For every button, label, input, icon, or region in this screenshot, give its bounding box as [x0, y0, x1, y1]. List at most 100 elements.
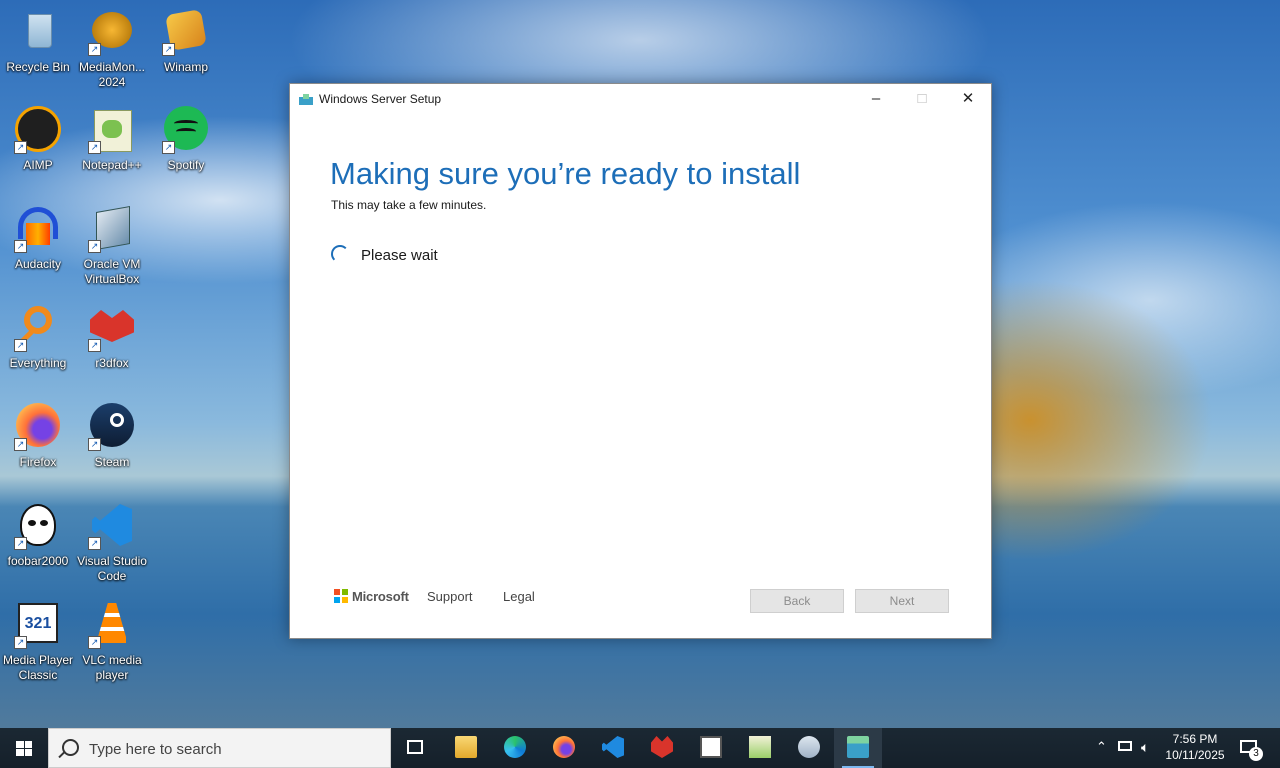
vscode-icon: ↗: [88, 502, 136, 550]
taskbar-media-player-classic[interactable]: [687, 728, 735, 768]
taskbar-firefox[interactable]: [540, 728, 588, 768]
aimp-icon: ↗: [14, 106, 62, 154]
mediamonkey-icon: ↗: [88, 8, 136, 56]
media-player-classic-icon: [700, 736, 722, 758]
shortcut-arrow-icon: ↗: [14, 141, 27, 154]
volume-icon[interactable]: 🔈︎: [1141, 739, 1149, 756]
virtualbox-icon: ↗: [88, 205, 136, 253]
shortcut-arrow-icon: ↗: [14, 438, 27, 451]
desktop-icon-foobar2000[interactable]: ↗ foobar2000: [0, 502, 76, 569]
microsoft-brand-text: Microsoft: [352, 589, 409, 604]
desktop-icon-vscode[interactable]: ↗ Visual Studio Code: [74, 502, 150, 584]
taskbar-clock[interactable]: 7:56 PM 10/11/2025: [1160, 731, 1230, 763]
desktop-icon-label: foobar2000: [7, 554, 69, 568]
desktop-icon-spotify[interactable]: ↗ Spotify: [148, 106, 224, 173]
desktop-icon-recycle-bin[interactable]: Recycle Bin: [0, 8, 76, 75]
support-link[interactable]: Support: [427, 589, 473, 604]
notepad-plus-plus-icon: [749, 736, 771, 758]
desktop-icon-label: r3dfox: [95, 356, 129, 370]
task-view-icon: [407, 740, 423, 754]
taskbar-windows-server-setup[interactable]: [834, 728, 882, 768]
system-tray: ⌃ 🔈︎: [1090, 728, 1160, 768]
status-text: Please wait: [361, 247, 438, 264]
desktop-icon-label: Winamp: [163, 60, 208, 74]
steam-icon: ↗: [88, 403, 136, 451]
window-titlebar[interactable]: Windows Server Setup – □ ✕: [290, 84, 991, 114]
setup-app-icon: [847, 736, 869, 758]
task-view-button[interactable]: [391, 728, 439, 768]
shortcut-arrow-icon: ↗: [88, 339, 101, 352]
taskbar-vscode[interactable]: [589, 728, 637, 768]
shortcut-arrow-icon: ↗: [88, 537, 101, 550]
desktop-icon-steam[interactable]: ↗ Steam: [74, 403, 150, 470]
firefox-icon: [553, 736, 575, 758]
network-icon[interactable]: [1118, 741, 1132, 751]
shortcut-arrow-icon: ↗: [14, 339, 27, 352]
desktop-icon-virtualbox[interactable]: ↗ Oracle VM VirtualBox: [74, 205, 150, 287]
show-hidden-icons-chevron-up-icon[interactable]: ⌃: [1096, 739, 1107, 755]
notepad-plus-plus-icon: ↗: [88, 106, 136, 154]
desktop-icon-audacity[interactable]: ↗ Audacity: [0, 205, 76, 272]
desktop-icon-winamp[interactable]: ↗ Winamp: [148, 8, 224, 75]
winamp-icon: ↗: [162, 8, 210, 56]
window-title: Windows Server Setup: [319, 92, 442, 106]
taskbar-steam[interactable]: [785, 728, 833, 768]
desktop-icon-mpc[interactable]: 321 ↗ Media Player Classic: [0, 601, 76, 683]
vscode-icon: [602, 736, 624, 758]
taskbar-file-explorer[interactable]: [442, 728, 490, 768]
r3dfox-icon: ↗: [88, 304, 136, 352]
desktop-icon-label: VLC media player: [82, 653, 142, 682]
desktop-icon-label: AIMP: [23, 158, 53, 172]
desktop-icon-everything[interactable]: ↗ Everything: [0, 304, 76, 371]
desktop-icon-vlc[interactable]: ↗ VLC media player: [74, 601, 150, 683]
edge-icon: [504, 736, 526, 758]
taskbar-edge[interactable]: [491, 728, 539, 768]
desktop-icon-label: Steam: [94, 455, 130, 469]
notification-count-badge: 3: [1249, 747, 1263, 761]
everything-icon: ↗: [14, 304, 62, 352]
action-center-button[interactable]: 3: [1234, 728, 1280, 768]
desktop-icon-label: Media Player Classic: [2, 653, 74, 682]
next-button[interactable]: Next: [855, 589, 949, 613]
legal-link[interactable]: Legal: [503, 589, 535, 604]
maximize-button[interactable]: □: [899, 84, 945, 114]
r3dfox-icon: [651, 736, 673, 758]
desktop-icon-label: Notepad++: [82, 158, 142, 172]
desktop-icon-label: Oracle VM VirtualBox: [83, 257, 141, 286]
steam-icon: [798, 736, 820, 758]
shortcut-arrow-icon: ↗: [14, 537, 27, 550]
firefox-icon: ↗: [14, 403, 62, 451]
back-button[interactable]: Back: [750, 589, 844, 613]
desktop-icon-mediamonkey[interactable]: ↗ MediaMon... 2024: [74, 8, 150, 90]
setup-app-icon: [299, 92, 313, 105]
shortcut-arrow-icon: ↗: [88, 438, 101, 451]
desktop-icon-label: Firefox: [19, 455, 57, 469]
maximize-icon: □: [917, 90, 927, 107]
foobar2000-icon: ↗: [14, 502, 62, 550]
clock-date: 10/11/2025: [1165, 748, 1225, 762]
taskbar-notepadpp[interactable]: [736, 728, 784, 768]
desktop-icon-label: Everything: [9, 356, 67, 370]
file-explorer-icon: [455, 736, 477, 758]
taskbar-r3dfox[interactable]: [638, 728, 686, 768]
page-title: Making sure you’re ready to install: [330, 156, 801, 191]
desktop-icon-label: MediaMon... 2024: [78, 60, 146, 89]
desktop-icon-aimp[interactable]: ↗ AIMP: [0, 106, 76, 173]
start-button[interactable]: [0, 728, 48, 768]
minimize-icon: –: [871, 90, 881, 107]
search-icon: [62, 739, 79, 756]
desktop-icon-notepadpp[interactable]: ↗ Notepad++: [74, 106, 150, 173]
desktop-icon-firefox[interactable]: ↗ Firefox: [0, 403, 76, 470]
vlc-icon: ↗: [88, 601, 136, 649]
desktop-icon-r3dfox[interactable]: ↗ r3dfox: [74, 304, 150, 371]
minimize-button[interactable]: –: [853, 84, 899, 114]
page-subtitle: This may take a few minutes.: [331, 198, 487, 212]
close-button[interactable]: ✕: [945, 84, 991, 114]
audacity-icon: ↗: [14, 205, 62, 253]
shortcut-arrow-icon: ↗: [14, 240, 27, 253]
recycle-bin-icon: [14, 8, 62, 56]
taskbar-search-box[interactable]: Type here to search: [48, 728, 391, 768]
desktop-icon-label: Recycle Bin: [6, 60, 70, 74]
search-placeholder: Type here to search: [89, 741, 222, 758]
shortcut-arrow-icon: ↗: [88, 240, 101, 253]
